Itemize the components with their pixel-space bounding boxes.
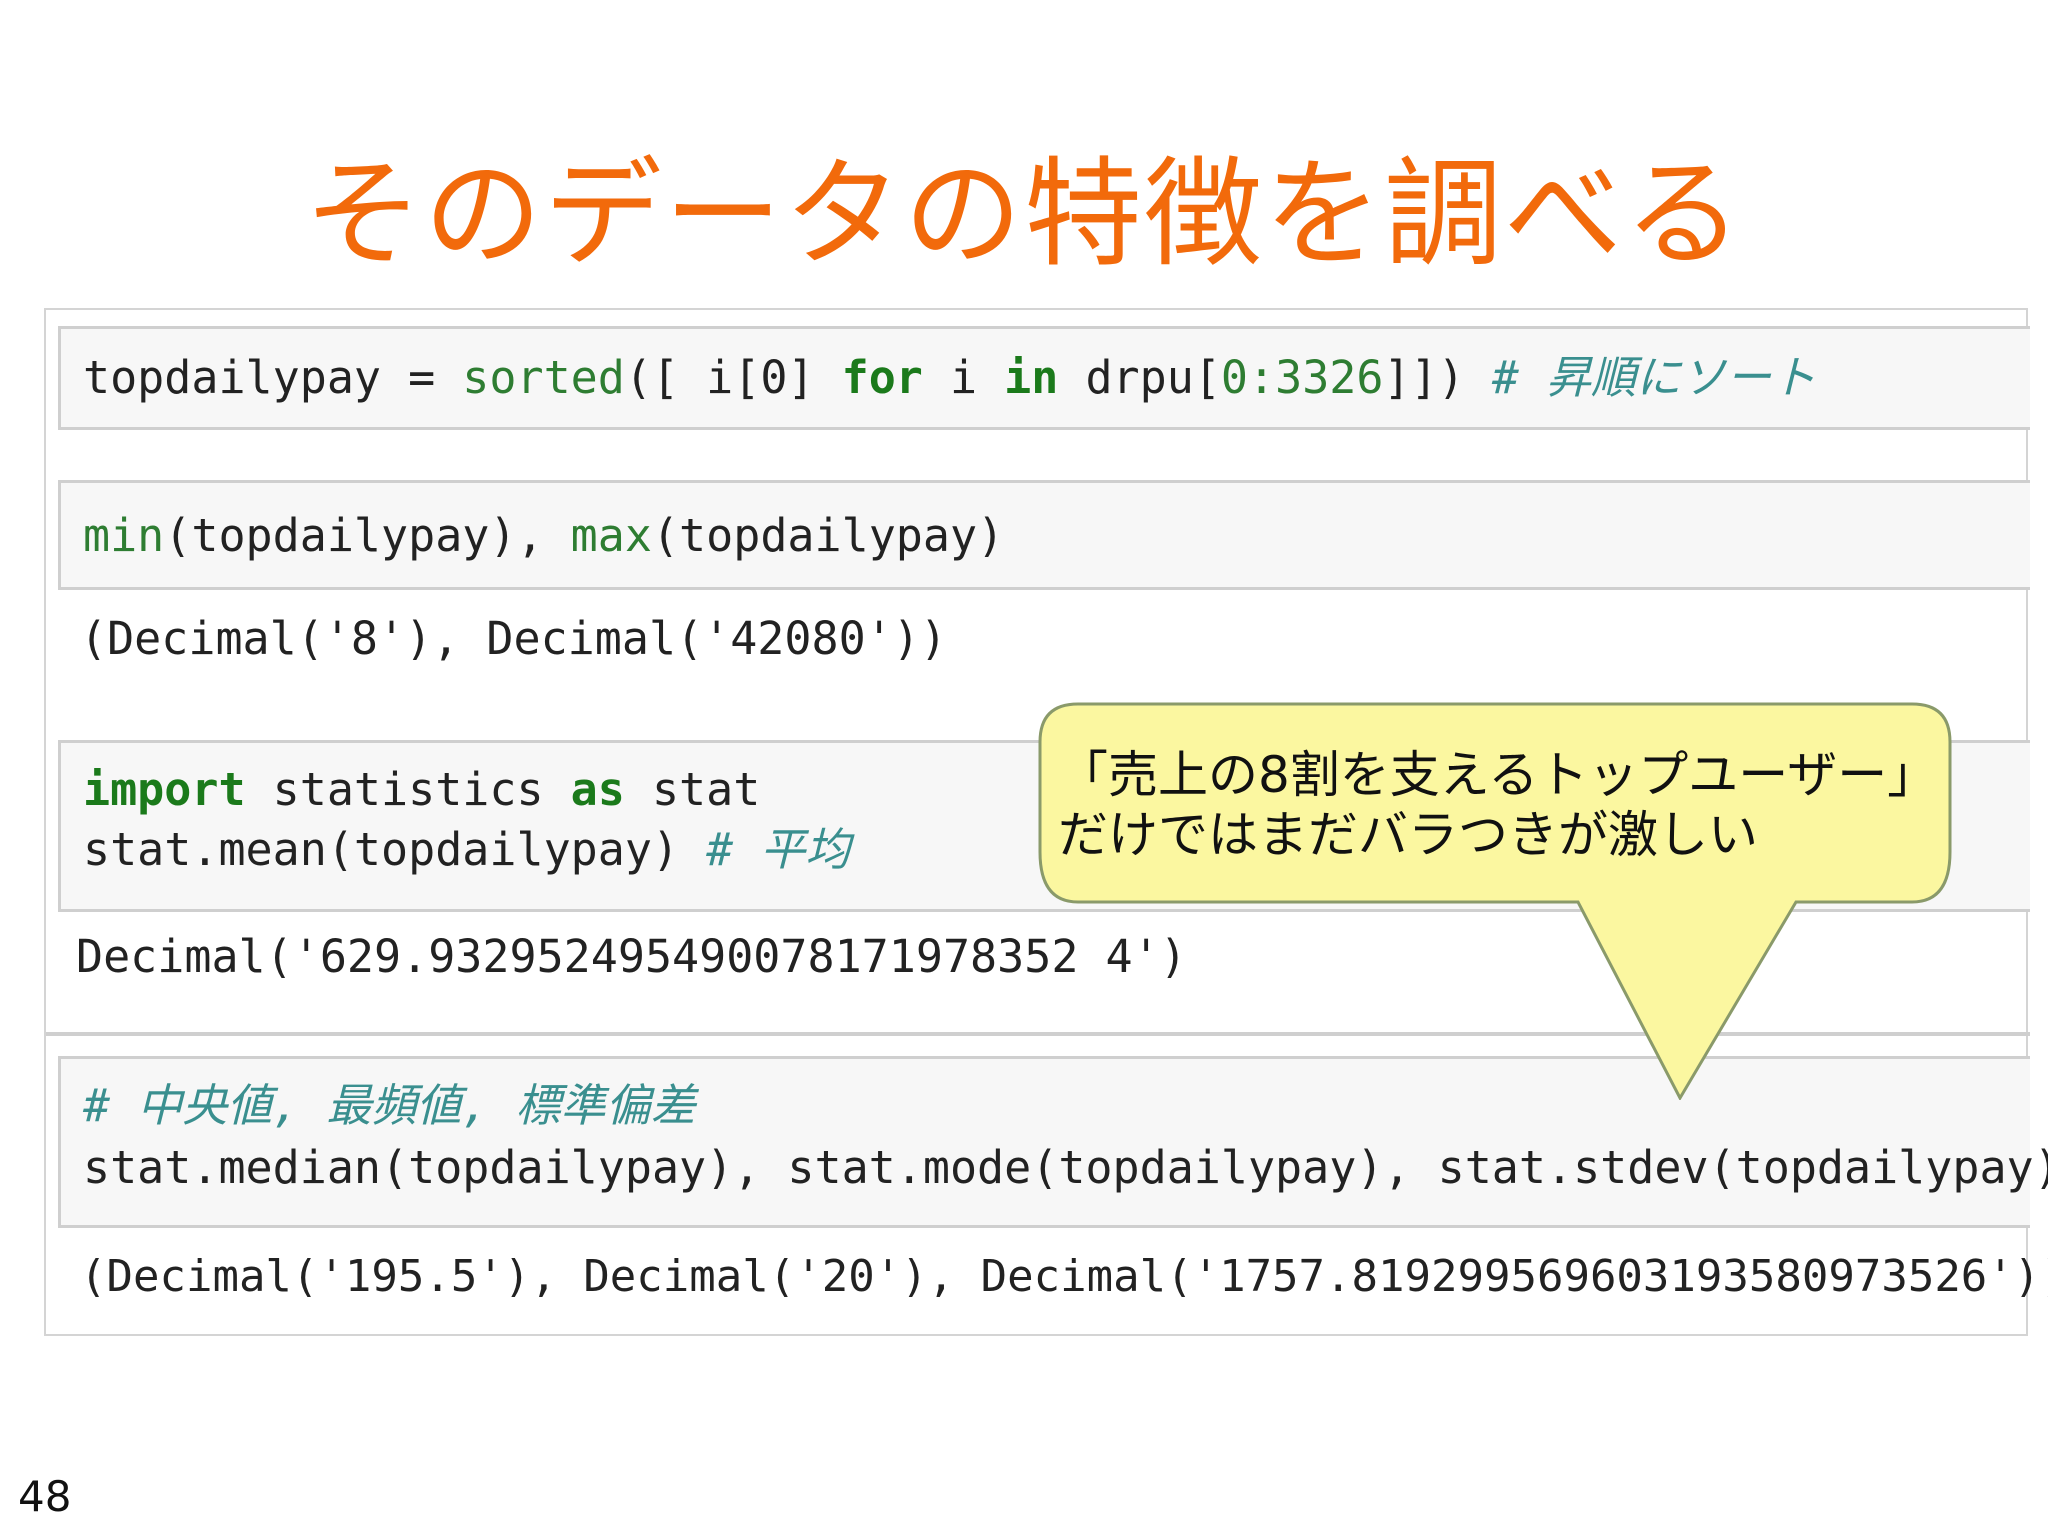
code-line: topdailypay = sorted([ i[0] for i in drp…	[83, 351, 1816, 405]
code-keyword: in	[1004, 351, 1059, 404]
code-text: drpu[	[1058, 351, 1221, 404]
code-text: statistics	[245, 763, 571, 816]
code-comment: # 平均	[706, 823, 851, 876]
code-var: topdailypay	[83, 351, 382, 404]
code-function: max	[570, 509, 652, 562]
code-op: =	[381, 351, 463, 404]
code-keyword: for	[841, 351, 923, 404]
callout-text: 「売上の8割を支えるトップユーザー」 だけではまだバラつきが激しい	[1058, 745, 1958, 865]
output-cell-4: (Decimal('195.5'), Decimal('20'), Decima…	[80, 1251, 2048, 1302]
code-text: stat	[624, 763, 761, 816]
code-line: min(topdailypay), max(topdailypay)	[83, 509, 1004, 563]
code-keyword: as	[570, 763, 625, 816]
code-line: stat.mean(topdailypay) # 平均	[83, 823, 850, 877]
code-text: stat.median(topdailypay), stat.mode(topd…	[83, 1141, 2048, 1194]
page-number: 48	[18, 1472, 72, 1521]
code-text: stat.mean(topdailypay)	[83, 823, 707, 876]
code-comment: # 中央値, 最頻値, 標準偏差	[83, 1079, 696, 1132]
code-cell-1[interactable]: topdailypay = sorted([ i[0] for i in drp…	[58, 326, 2030, 430]
code-keyword: import	[83, 763, 246, 816]
code-text: (topdailypay)	[651, 509, 1005, 562]
code-text: ([ i[0]	[624, 351, 842, 404]
code-function: sorted	[462, 351, 625, 404]
code-number: 0:3326	[1220, 351, 1384, 404]
callout-line-2: だけではまだバラつきが激しい	[1058, 806, 1758, 864]
code-text: i	[922, 351, 1005, 404]
code-line: # 中央値, 最頻値, 標準偏差	[83, 1079, 696, 1133]
code-line: stat.median(topdailypay), stat.mode(topd…	[83, 1141, 2048, 1195]
output-cell-3: Decimal('629.932952495490078171978352 4'…	[76, 930, 1187, 983]
code-cell-2[interactable]: min(topdailypay), max(topdailypay)	[58, 480, 2030, 590]
output-cell-2: (Decimal('8'), Decimal('42080'))	[80, 612, 947, 665]
code-text: (topdailypay),	[164, 509, 571, 562]
code-line: import statistics as stat	[83, 763, 760, 817]
code-comment: # 昇順にソート	[1491, 351, 1817, 404]
code-function: min	[83, 509, 165, 562]
slide-title: そのデータの特徴を調べる	[303, 145, 1744, 283]
code-text: ]])	[1383, 351, 1492, 404]
callout-line-1: 「売上の8割を支えるトップユーザー」	[1058, 746, 1938, 804]
